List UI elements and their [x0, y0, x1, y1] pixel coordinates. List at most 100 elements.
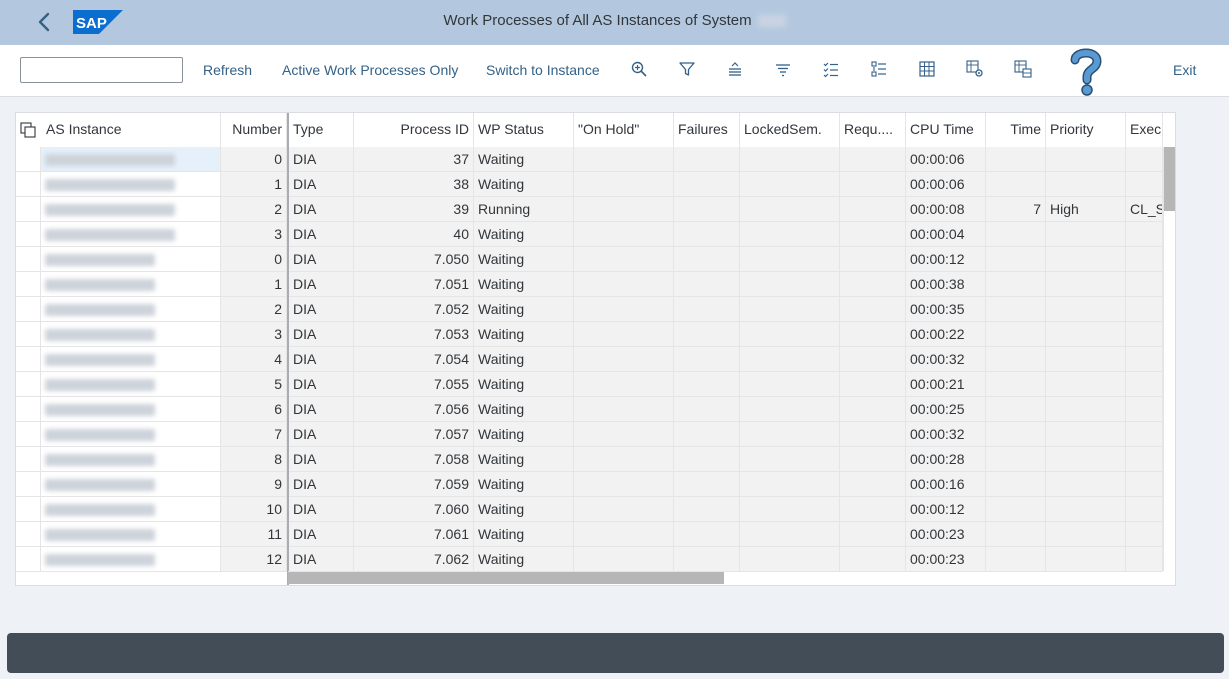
cell-failures — [674, 522, 740, 547]
row-selector[interactable] — [16, 547, 41, 572]
cell-pid: 38 — [354, 172, 474, 197]
command-field[interactable] — [20, 57, 183, 83]
table-row[interactable]: 8 DIA 7.058 Waiting 00:00:28 — [16, 447, 1163, 472]
select-all-rows-icon[interactable] — [20, 122, 36, 138]
zoom-icon[interactable] — [630, 60, 648, 78]
redacted-instance-name — [45, 504, 155, 517]
cell-onhold — [574, 522, 674, 547]
row-selector[interactable] — [16, 522, 41, 547]
row-selector[interactable] — [16, 247, 41, 272]
cell-instance-redacted — [41, 372, 221, 397]
horizontal-scrollbar[interactable] — [288, 571, 1163, 584]
cell-cpu: 00:00:12 — [906, 497, 986, 522]
cell-priority — [1046, 547, 1126, 572]
table-row[interactable]: 10 DIA 7.060 Waiting 00:00:12 — [16, 497, 1163, 522]
row-selector[interactable] — [16, 372, 41, 397]
table-row[interactable]: 1 DIA 38 Waiting 00:00:06 — [16, 172, 1163, 197]
cell-failures — [674, 322, 740, 347]
table-row[interactable]: 6 DIA 7.056 Waiting 00:00:25 — [16, 397, 1163, 422]
cell-instance-redacted — [41, 222, 221, 247]
row-selector[interactable] — [16, 147, 41, 172]
details-icon[interactable] — [870, 60, 888, 78]
layout-icon[interactable] — [1014, 60, 1032, 78]
cell-instance-redacted — [41, 297, 221, 322]
cell-exec — [1126, 472, 1163, 497]
exit-button[interactable]: Exit — [1173, 62, 1196, 78]
help-icon[interactable] — [1068, 46, 1104, 98]
column-header-locked[interactable]: LockedSem. — [740, 113, 840, 147]
switch-to-instance-button[interactable]: Switch to Instance — [486, 62, 600, 78]
cell-onhold — [574, 447, 674, 472]
cell-time — [986, 372, 1046, 397]
column-header-pid[interactable]: Process ID — [354, 113, 474, 147]
cell-time — [986, 297, 1046, 322]
cell-instance-redacted — [41, 422, 221, 447]
cell-failures — [674, 172, 740, 197]
cell-onhold — [574, 547, 674, 572]
cell-status: Waiting — [474, 222, 574, 247]
cell-failures — [674, 497, 740, 522]
table-row[interactable]: 0 DIA 37 Waiting 00:00:06 — [16, 147, 1163, 172]
table-row[interactable]: 2 DIA 7.052 Waiting 00:00:35 — [16, 297, 1163, 322]
cell-number: 9 — [221, 472, 287, 497]
cell-failures — [674, 447, 740, 472]
row-selector[interactable] — [16, 447, 41, 472]
table-row[interactable]: 3 DIA 40 Waiting 00:00:04 — [16, 222, 1163, 247]
row-selector[interactable] — [16, 347, 41, 372]
sort-ascending-icon[interactable] — [726, 60, 744, 78]
grid-settings-icon[interactable] — [966, 60, 984, 78]
column-header-instance[interactable]: AS Instance — [41, 113, 221, 147]
table-row[interactable]: 1 DIA 7.051 Waiting 00:00:38 — [16, 272, 1163, 297]
vertical-scrollbar[interactable] — [1163, 147, 1175, 571]
cell-cpu: 00:00:16 — [906, 472, 986, 497]
cell-status: Waiting — [474, 247, 574, 272]
active-work-processes-only-button[interactable]: Active Work Processes Only — [282, 62, 458, 78]
row-selector[interactable] — [16, 397, 41, 422]
cell-failures — [674, 272, 740, 297]
column-header-number[interactable]: Number — [221, 113, 287, 147]
table-row[interactable]: 5 DIA 7.055 Waiting 00:00:21 — [16, 372, 1163, 397]
grid-icon[interactable] — [918, 60, 936, 78]
column-header-failures[interactable]: Failures — [674, 113, 740, 147]
cell-requ — [840, 447, 906, 472]
table-row[interactable]: 12 DIA 7.062 Waiting 00:00:23 — [16, 547, 1163, 572]
cell-pid: 40 — [354, 222, 474, 247]
select-all-icon[interactable] — [822, 60, 840, 78]
vertical-scroll-thumb[interactable] — [1164, 147, 1175, 211]
column-header-priority[interactable]: Priority — [1046, 113, 1126, 147]
table-row[interactable]: 7 DIA 7.057 Waiting 00:00:32 — [16, 422, 1163, 447]
refresh-button[interactable]: Refresh — [203, 62, 252, 78]
column-header-type[interactable]: Type — [289, 113, 354, 147]
column-header-requ[interactable]: Requ.... — [840, 113, 906, 147]
system-id-redacted — [757, 15, 786, 28]
table-row[interactable]: 11 DIA 7.061 Waiting 00:00:23 — [16, 522, 1163, 547]
row-selector[interactable] — [16, 272, 41, 297]
column-header-status[interactable]: WP Status — [474, 113, 574, 147]
row-selector[interactable] — [16, 197, 41, 222]
row-selector[interactable] — [16, 297, 41, 322]
table-row[interactable]: 4 DIA 7.054 Waiting 00:00:32 — [16, 347, 1163, 372]
table-row[interactable]: 9 DIA 7.059 Waiting 00:00:16 — [16, 472, 1163, 497]
column-header-exec[interactable]: Execu — [1126, 113, 1163, 147]
cell-pid: 7.056 — [354, 397, 474, 422]
row-selector[interactable] — [16, 222, 41, 247]
row-selector[interactable] — [16, 422, 41, 447]
cell-locked — [740, 472, 840, 497]
cell-priority — [1046, 247, 1126, 272]
column-header-cpu[interactable]: CPU Time — [906, 113, 986, 147]
cell-type: DIA — [289, 497, 354, 522]
table-row[interactable]: 3 DIA 7.053 Waiting 00:00:22 — [16, 322, 1163, 347]
filter-lines-icon[interactable] — [774, 60, 792, 78]
filter-icon[interactable] — [678, 60, 696, 78]
cell-locked — [740, 147, 840, 172]
row-selector[interactable] — [16, 322, 41, 347]
column-header-onhold[interactable]: "On Hold" — [574, 113, 674, 147]
row-selector[interactable] — [16, 497, 41, 522]
cell-type: DIA — [289, 547, 354, 572]
row-selector[interactable] — [16, 472, 41, 497]
table-row[interactable]: 2 DIA 39 Running 00:00:08 7 High CL_S — [16, 197, 1163, 222]
column-header-time[interactable]: Time — [986, 113, 1046, 147]
row-selector[interactable] — [16, 172, 41, 197]
horizontal-scroll-thumb[interactable] — [288, 572, 724, 584]
table-row[interactable]: 0 DIA 7.050 Waiting 00:00:12 — [16, 247, 1163, 272]
